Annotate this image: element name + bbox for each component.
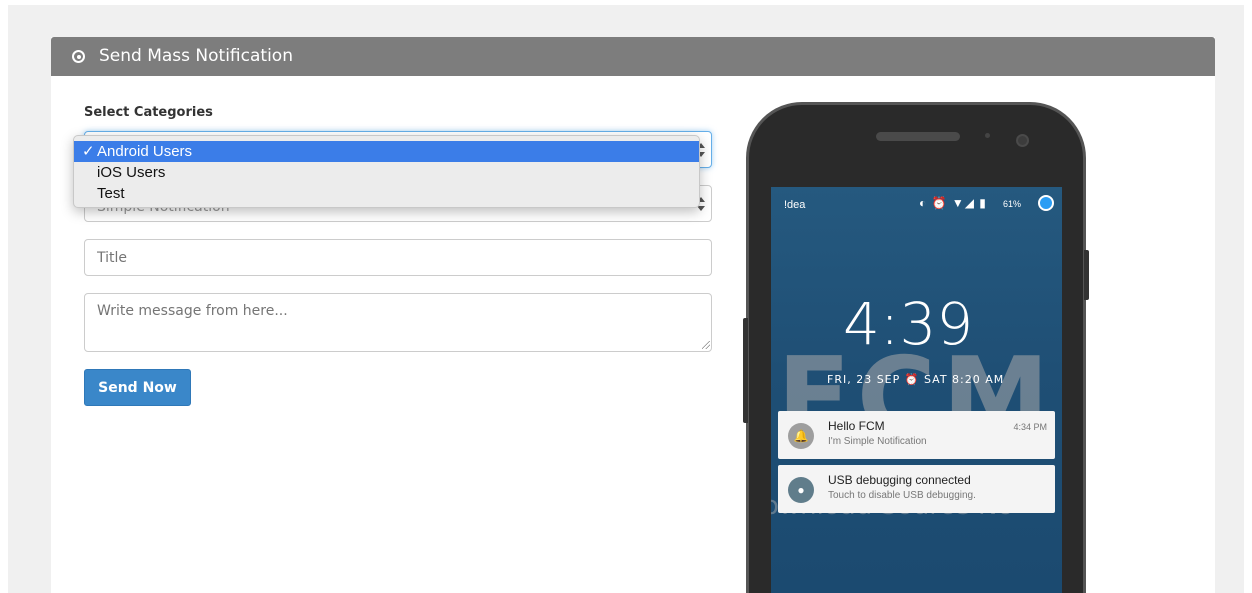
phone-volume-button xyxy=(743,318,748,423)
battery-level: 61% xyxy=(1003,199,1022,209)
notification-title: USB debugging connected xyxy=(828,473,971,487)
carrier-label: !dea xyxy=(784,199,806,211)
dropdown-option[interactable]: ✓ Android Users xyxy=(74,141,699,162)
android-icon: ● xyxy=(788,477,814,503)
notification-title: Hello FCM xyxy=(828,419,885,433)
notification-card[interactable]: 🔔 Hello FCM I'm Simple Notification 4:34… xyxy=(778,411,1055,459)
panel-title: Send Mass Notification xyxy=(99,46,293,66)
option-label: Test xyxy=(97,185,125,202)
status-bar: !dea ◐ ⏰ ▼◢ ▮ 61% xyxy=(771,187,1062,222)
notification-body: Touch to disable USB debugging. xyxy=(828,490,976,501)
lockscreen-clock: 4:39 xyxy=(843,290,974,358)
lockscreen-date: FRI, 23 SEP ⏰ SAT 8:20 AM xyxy=(827,373,1005,386)
send-now-button[interactable]: Send Now xyxy=(84,369,191,406)
message-textarea[interactable] xyxy=(84,293,712,352)
dropdown-option[interactable]: iOS Users xyxy=(74,162,699,183)
circle-dot-icon xyxy=(72,50,85,63)
dropdown-option[interactable]: Test xyxy=(74,183,699,204)
status-icons: ◐ ⏰ ▼◢ ▮ xyxy=(919,196,987,210)
categories-dropdown: ✓ Android Users iOS Users Test xyxy=(73,135,700,208)
notification-body: I'm Simple Notification xyxy=(828,436,927,447)
bell-icon: 🔔 xyxy=(788,423,814,449)
checkmark-icon: ✓ xyxy=(82,143,95,160)
phone-sensor xyxy=(985,133,990,138)
phone-screen: FCM ownload Source No !dea ◐ ⏰ ▼◢ ▮ 61% … xyxy=(771,187,1062,593)
user-icon xyxy=(1038,195,1054,211)
resize-grip-icon[interactable] xyxy=(702,341,710,349)
phone-power-button xyxy=(1084,250,1089,300)
title-input[interactable] xyxy=(84,239,712,276)
notification-time: 4:34 PM xyxy=(1013,422,1047,432)
categories-label: Select Categories xyxy=(84,105,213,120)
panel-header: Send Mass Notification xyxy=(51,37,1215,76)
phone-speaker xyxy=(876,132,960,141)
option-label: Android Users xyxy=(97,143,193,160)
notification-card[interactable]: ● USB debugging connected Touch to disab… xyxy=(778,465,1055,513)
option-label: iOS Users xyxy=(97,164,166,181)
phone-camera xyxy=(1016,134,1029,147)
